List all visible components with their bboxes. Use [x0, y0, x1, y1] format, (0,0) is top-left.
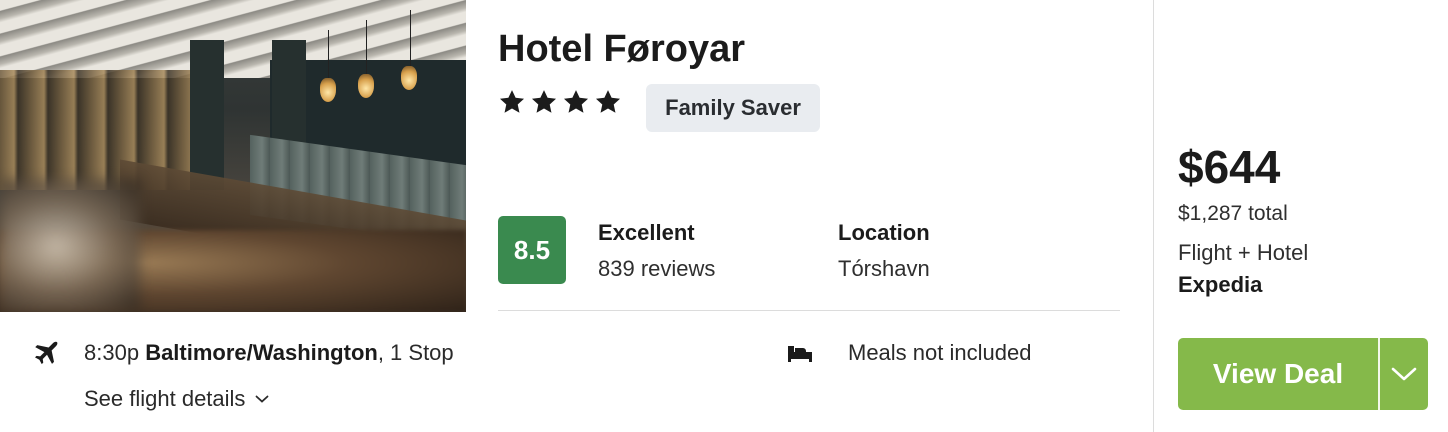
- chevron-down-icon: [255, 394, 269, 404]
- location-label: Location: [838, 220, 930, 245]
- flight-stops: , 1 Stop: [377, 340, 454, 365]
- provider-name: Expedia: [1178, 272, 1263, 297]
- star-icon: [562, 88, 590, 116]
- view-deal-button[interactable]: View Deal: [1178, 338, 1378, 410]
- meals-info: Meals not included: [848, 340, 1032, 365]
- hotel-name[interactable]: Hotel Føroyar: [498, 28, 745, 71]
- hotel-result-card: Hotel Føroyar Family Saver 8.5 Excellent…: [0, 0, 1448, 432]
- star-icon: [498, 88, 526, 116]
- divider: [1153, 0, 1154, 432]
- location-value: Tórshavn: [838, 256, 930, 281]
- star-icon: [530, 88, 558, 116]
- flight-summary: 8:30p Baltimore/Washington, 1 Stop: [84, 340, 454, 365]
- hotel-photo[interactable]: [0, 0, 466, 312]
- deal-dropdown-button[interactable]: [1380, 338, 1428, 410]
- flight-airport: Baltimore/Washington: [145, 340, 378, 365]
- family-saver-badge: Family Saver: [646, 84, 820, 132]
- nightly-price: $644: [1178, 141, 1281, 193]
- star-icon: [594, 88, 622, 116]
- rating-score-badge: 8.5: [498, 216, 566, 284]
- rating-label: Excellent: [598, 220, 695, 245]
- airplane-icon: [30, 338, 60, 368]
- star-rating: [498, 88, 622, 116]
- bed-icon: [786, 342, 814, 366]
- chevron-down-icon: [1391, 366, 1417, 382]
- see-flight-details-link[interactable]: See flight details: [84, 386, 269, 412]
- total-price: $1,287 total: [1178, 202, 1288, 225]
- button-separator: [1378, 338, 1380, 410]
- divider: [498, 310, 1120, 311]
- view-deal-button-group: View Deal: [1178, 338, 1428, 410]
- review-count[interactable]: 839 reviews: [598, 256, 715, 282]
- package-type: Flight + Hotel: [1178, 240, 1309, 265]
